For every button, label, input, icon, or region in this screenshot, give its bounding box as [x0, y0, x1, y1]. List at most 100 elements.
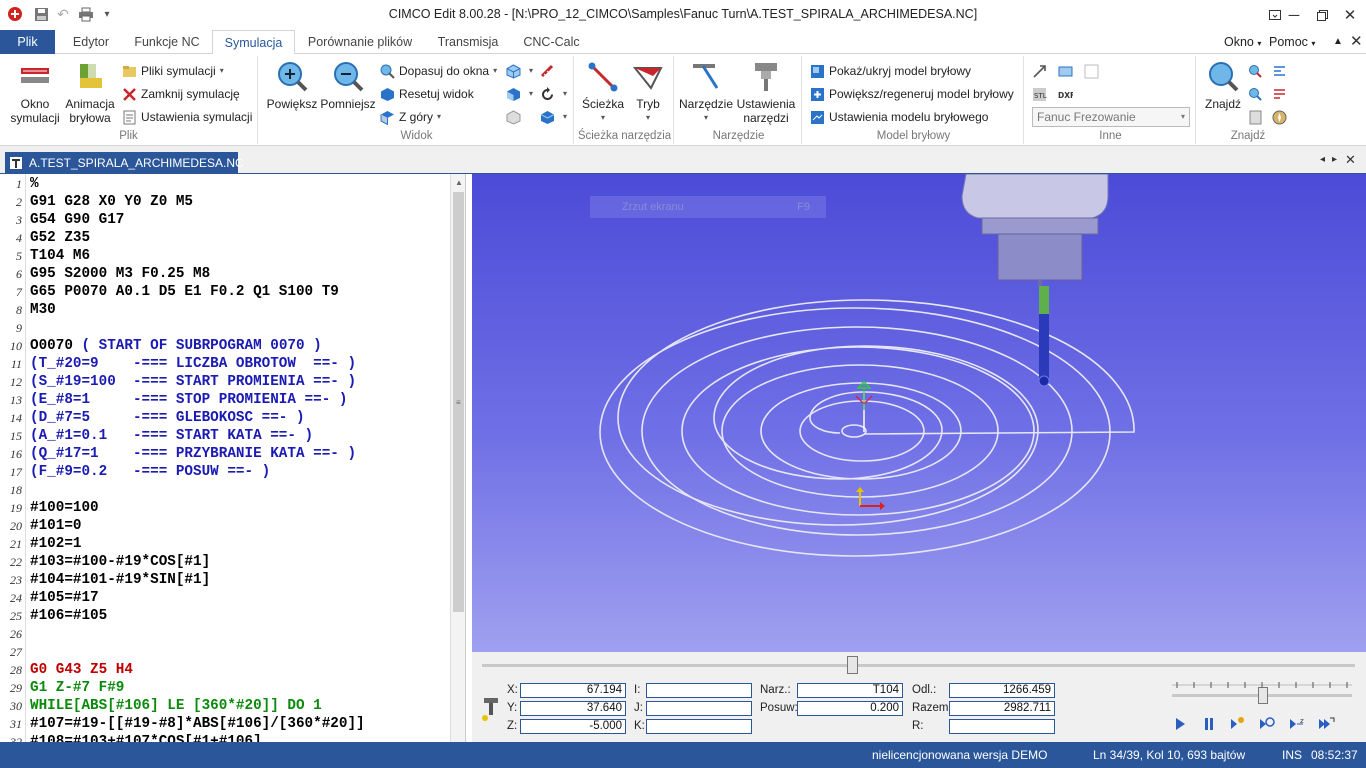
view-cube-iso-button[interactable]	[506, 108, 525, 126]
ring-5	[760, 382, 962, 480]
scroll-up-icon[interactable]: ▲	[455, 178, 463, 187]
progress-handle[interactable]	[847, 656, 858, 674]
code-line[interactable]: #101=0	[30, 517, 81, 535]
play-button[interactable]	[1172, 716, 1188, 735]
toggle-solid-model-button[interactable]: Pokaż/ukryj model bryłowy	[810, 62, 971, 80]
run-to-cursor-button[interactable]	[1258, 716, 1276, 735]
rotate-icon	[542, 86, 553, 100]
code-line[interactable]: #104=#101-#19*SIN[#1]	[30, 571, 210, 589]
tab-scroll-right-icon[interactable]: ▸	[1332, 154, 1337, 165]
up-arrow-icon[interactable]: ▲	[1333, 30, 1343, 54]
window-menu[interactable]: Okno ▾	[1224, 30, 1261, 54]
ring-center	[841, 424, 867, 438]
stl-export-button[interactable]: STL	[1032, 85, 1051, 103]
code-line[interactable]: (S_#19=100 -=== START PROMIENIA ==- )	[30, 373, 356, 391]
code-line[interactable]: #102=1	[30, 535, 81, 553]
tab-nc-functions[interactable]: Funkcje NC	[126, 30, 208, 54]
fit-to-window-button[interactable]: Dopasuj do okna ▾	[380, 62, 497, 80]
close-simulation-button[interactable]: Zamknij symulację	[122, 85, 240, 103]
editor-vertical-scrollbar[interactable]: ▲ ≡	[450, 174, 465, 742]
close-document-icon[interactable]: ✕	[1345, 152, 1356, 168]
tab-file[interactable]: Plik	[0, 30, 55, 54]
simulation-files-icon	[123, 65, 136, 77]
run-z-button[interactable]: z	[1288, 716, 1306, 735]
tab-transmission[interactable]: Transmisja	[428, 30, 508, 54]
ribbon-close-icon[interactable]: ✕	[1350, 30, 1363, 54]
code-line[interactable]: G52 Z35	[30, 229, 90, 247]
zoom-in-button[interactable]: Powiększ	[264, 60, 320, 111]
code-line[interactable]: (T_#20=9 -=== LICZBA OBROTOW ==- )	[30, 355, 356, 373]
code-line[interactable]: G91 G28 X0 Y0 Z0 M5	[30, 193, 193, 211]
toolpath-button[interactable]: Ścieżka ▾	[580, 60, 626, 125]
tool-button[interactable]: Narzędzie ▾	[678, 60, 734, 125]
code-line[interactable]: WHILE[ABS[#106] LE [360*#20]] DO 1	[30, 697, 322, 715]
code-line[interactable]: M30	[30, 301, 56, 319]
code-line[interactable]: #103=#100-#19*COS[#1]	[30, 553, 210, 571]
code-line[interactable]: #105=#17	[30, 589, 99, 607]
document-tab[interactable]: A.TEST_SPIRALA_ARCHIMEDESA.NC	[5, 152, 244, 174]
export-button[interactable]	[1032, 62, 1051, 80]
code-line[interactable]: %	[30, 175, 39, 193]
dxf-export-button[interactable]: DXF	[1058, 85, 1077, 103]
screen-capture-button[interactable]	[1058, 62, 1077, 80]
window-layout-button[interactable]	[1084, 62, 1103, 80]
code-line[interactable]: #106=#105	[30, 607, 107, 625]
simulation-viewport[interactable]: Zrzut ekranu F9	[472, 174, 1366, 652]
close-icon[interactable]: ✕	[1336, 4, 1364, 26]
top-view-button[interactable]: Z góry ▾	[380, 108, 441, 126]
code-line[interactable]: O0070 ( START OF SUBRPOGRAM 0070 )	[30, 337, 322, 355]
code-line[interactable]: G1 Z-#7 F#9	[30, 679, 124, 697]
help-menu[interactable]: Pomoc ▾	[1269, 30, 1315, 54]
find-previous-button[interactable]	[1248, 85, 1267, 103]
simulation-window-button[interactable]: Okno symulacji	[6, 60, 64, 125]
code-line[interactable]: (Q_#17=1 -=== PRZYBRANIE KATA ==- )	[30, 445, 356, 463]
line-number-gutter: 1 2 3 4 5 6 7 8 9 10 11 12 13 14 15 16 17 18 19 20 21 22 23 24 2…	[0, 174, 26, 742]
code-editor[interactable]: 1 2 3 4 5 6 7 8 9 10 11 12 13 14 15 16 17 18 19 20 21 22 23 24 2…	[0, 174, 466, 742]
regenerate-solid-model-button[interactable]: Powiększ/regeneruj model bryłowy	[810, 85, 1014, 103]
reset-view-button[interactable]: Resetuj widok	[380, 85, 474, 103]
solid-model-settings-button[interactable]: Ustawienia modelu bryłowego	[810, 108, 988, 126]
rotate-button[interactable]: ▾	[540, 85, 567, 103]
simulation-settings-button[interactable]: Ustawienia symulacji	[122, 108, 252, 126]
code-line[interactable]: #100=100	[30, 499, 99, 517]
code-line[interactable]: #108=#103+#107*COS[#1+#106]	[30, 733, 262, 742]
zoom-out-button[interactable]: Pomniejsz	[318, 60, 378, 111]
progress-track[interactable]	[482, 664, 1355, 667]
tab-scroll-left-icon[interactable]: ◂	[1320, 154, 1325, 165]
find-next-button[interactable]	[1248, 62, 1267, 80]
code-line[interactable]: G95 S2000 M3 F0.25 M8	[30, 265, 210, 283]
code-line[interactable]: (E_#8=1 -=== STOP PROMIENIA ==- )	[30, 391, 347, 409]
simulation-files-button[interactable]: Pliki symulacji ▾	[122, 62, 224, 80]
go-to-line-button[interactable]	[1272, 62, 1291, 80]
tool-settings-button[interactable]: Ustawienia narzędzi	[734, 60, 798, 125]
view-cube-front-button[interactable]: ▾	[506, 62, 533, 80]
code-line[interactable]: #107=#19-[[#19-#8]*ABS[#106]/[360*#20]]	[30, 715, 365, 733]
compass-button[interactable]	[1272, 108, 1291, 126]
code-line[interactable]: G0 G43 Z5 H4	[30, 661, 133, 679]
speed-handle[interactable]	[1258, 687, 1268, 704]
minimize-icon[interactable]: ─	[1280, 4, 1308, 26]
view-cube-side-button[interactable]: ▾	[506, 85, 533, 103]
code-line[interactable]: T104 M6	[30, 247, 90, 265]
solid-animation-button[interactable]: Animacja bryłowa	[62, 60, 118, 125]
tab-compare-files[interactable]: Porównanie plików	[300, 30, 420, 54]
code-line[interactable]: (F_#9=0.2 -=== POSUW ==- )	[30, 463, 270, 481]
bookmark-button[interactable]	[1248, 108, 1267, 126]
find-button[interactable]: Znajdź	[1200, 60, 1246, 111]
run-end-button[interactable]	[1317, 716, 1335, 735]
step-button[interactable]	[1228, 716, 1246, 735]
code-line[interactable]: (A_#1=0.1 -=== START KATA ==- )	[30, 427, 313, 445]
machine-select[interactable]: Fanuc Frezowanie ▾	[1032, 107, 1190, 127]
tab-editor[interactable]: Edytor	[62, 30, 120, 54]
restore-icon[interactable]	[1308, 4, 1336, 26]
code-line[interactable]: (D_#7=5 -=== GLEBOKOSC ==- )	[30, 409, 305, 427]
code-line[interactable]: G54 G90 G17	[30, 211, 124, 229]
replace-button[interactable]	[1272, 85, 1291, 103]
pause-button[interactable]	[1201, 716, 1217, 735]
mode-button[interactable]: Tryb ▾	[626, 60, 670, 125]
code-line[interactable]: G65 P0070 A0.1 D5 E1 F0.2 Q1 S100 T9	[30, 283, 339, 301]
measure-button[interactable]	[540, 62, 559, 80]
tab-simulation[interactable]: Symulacja	[212, 30, 295, 55]
solid-view-button[interactable]: ▾	[540, 108, 567, 126]
tab-cnc-calc[interactable]: CNC-Calc	[514, 30, 589, 54]
